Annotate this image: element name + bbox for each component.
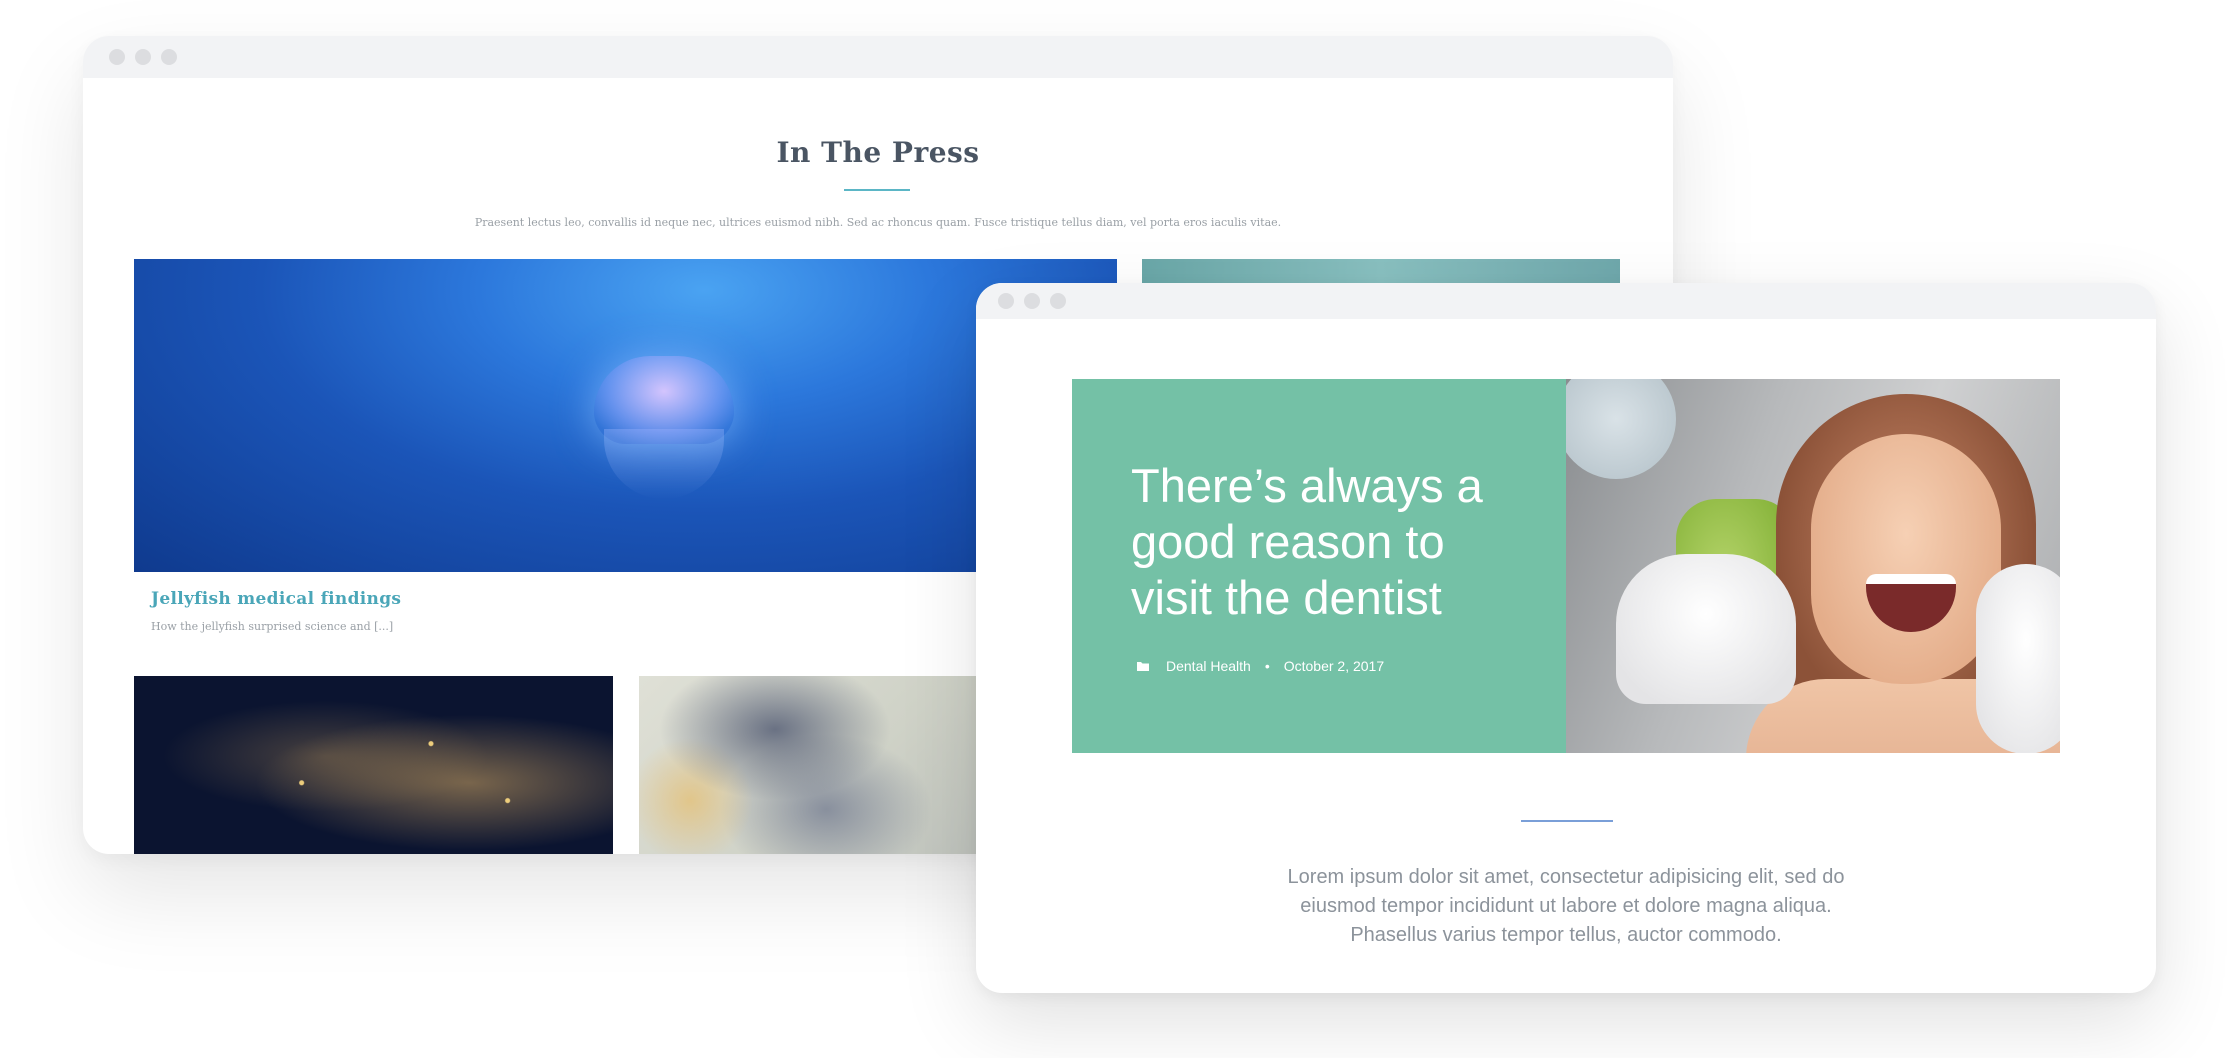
post-body-text: Lorem ipsum dolor sit amet, consectetur … [1287,866,1845,946]
blog-post-window: There’s always a good reason to visit th… [976,283,2156,993]
article-excerpt: How the jellyfish surprised science and … [151,620,394,633]
article-image-partial[interactable] [1142,259,1620,285]
meta-separator: • [1264,658,1270,674]
page-title: In The Press [776,136,980,169]
page-subtitle: Praesent lectus leo, convallis id neque … [474,216,1282,229]
gloved-hand-left [1616,554,1796,704]
title-divider [844,189,910,191]
window-close-dot[interactable] [109,49,125,65]
window-titlebar [83,36,1673,78]
section-divider [1521,820,1613,822]
dentist-figure [1566,379,1676,479]
window-minimize-dot[interactable] [135,49,151,65]
child-face [1811,434,2001,684]
jellyfish-bell [594,356,734,444]
jellyfish-image[interactable] [134,259,1117,572]
window-close-dot[interactable] [998,293,1014,309]
article-title-link[interactable]: Jellyfish medical findings [151,589,401,609]
folder-icon [1136,659,1150,673]
blurred-lab-image[interactable] [639,676,979,854]
post-heading[interactable]: There’s always a good reason to visit th… [1131,458,1511,626]
window-maximize-dot[interactable] [161,49,177,65]
dentist-photo [1566,379,2060,753]
window-minimize-dot[interactable] [1024,293,1040,309]
post-date: October 2, 2017 [1283,658,1385,674]
window-maximize-dot[interactable] [1050,293,1066,309]
post-meta: Dental Health • October 2, 2017 [1136,658,1384,674]
post-category-link[interactable]: Dental Health [1166,658,1251,674]
window-titlebar [976,283,2156,319]
night-earth-image[interactable] [134,676,613,854]
gloved-hand-right [1976,564,2060,753]
